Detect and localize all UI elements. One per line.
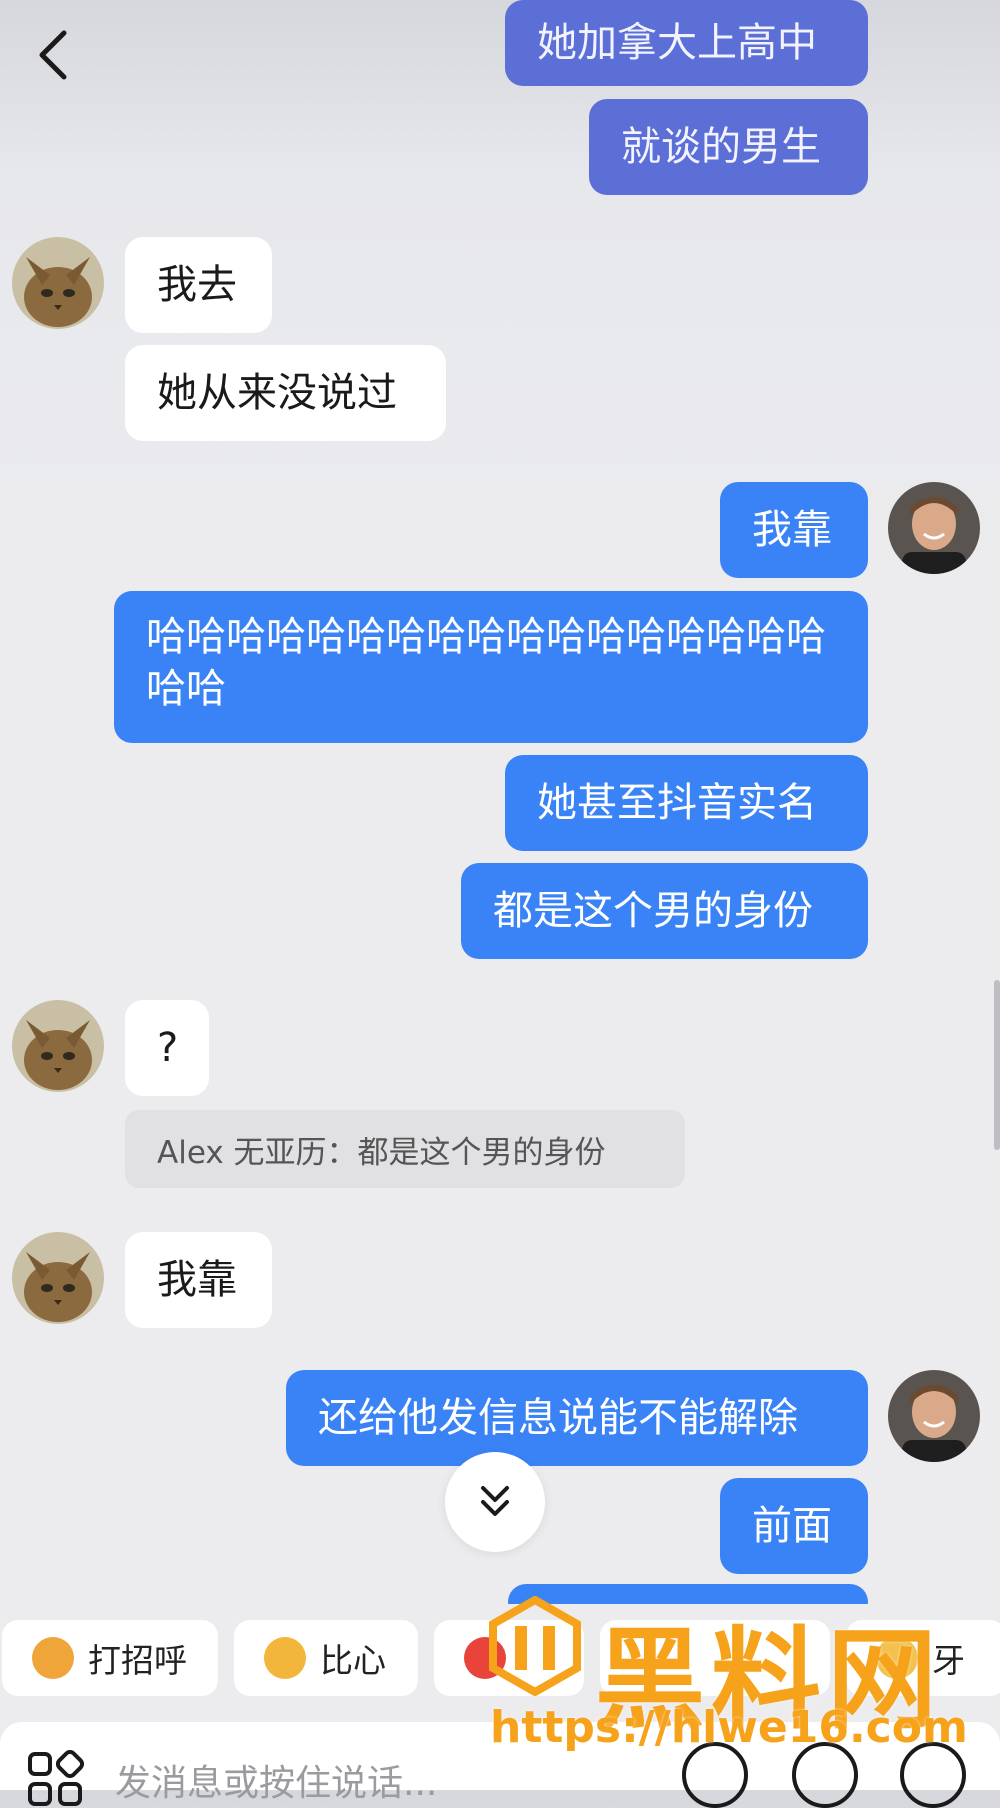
back-button[interactable] bbox=[30, 25, 80, 85]
voice-icon[interactable] bbox=[682, 1742, 748, 1808]
message-input-bar: 发消息或按住说话... bbox=[0, 1722, 1000, 1808]
heart-hands-emoji-icon bbox=[264, 1637, 306, 1679]
message-text: 她加拿大上高中 bbox=[537, 20, 817, 66]
message-text: 她从来没说过 bbox=[157, 370, 397, 416]
my-avatar[interactable] bbox=[888, 1370, 980, 1462]
message-outgoing[interactable]: 就谈的男生 bbox=[589, 99, 868, 195]
quick-reply-heart[interactable]: 比心 bbox=[234, 1620, 418, 1696]
quick-reply-greet[interactable]: 打招呼 bbox=[2, 1620, 218, 1696]
quick-reply-item[interactable] bbox=[600, 1620, 830, 1696]
message-text: 我去 bbox=[157, 262, 237, 308]
quote-text: Alex 无亚历：都是这个男的身份 bbox=[157, 1134, 606, 1171]
quick-reply-item[interactable]: 牙 bbox=[846, 1620, 1000, 1696]
message-incoming[interactable]: 我靠 bbox=[125, 1232, 272, 1328]
message-incoming[interactable]: 她从来没说过 bbox=[125, 345, 446, 441]
quoted-reply[interactable]: Alex 无亚历：都是这个男的身份 bbox=[125, 1110, 685, 1188]
my-avatar[interactable] bbox=[888, 482, 980, 574]
message-text: 前面 bbox=[752, 1503, 832, 1549]
message-outgoing[interactable]: 还给他发信息说能不能解除 bbox=[286, 1370, 868, 1466]
chevron-left-icon bbox=[39, 30, 67, 80]
message-input[interactable]: 发消息或按住说话... bbox=[115, 1754, 437, 1806]
contact-avatar[interactable] bbox=[12, 1000, 104, 1092]
message-incoming[interactable]: ? bbox=[125, 1000, 209, 1096]
contact-avatar[interactable] bbox=[12, 1232, 104, 1324]
message-text: 还给他发信息说能不能解除 bbox=[318, 1395, 798, 1441]
wave-emoji-icon bbox=[32, 1637, 74, 1679]
contact-avatar[interactable] bbox=[12, 237, 104, 329]
message-outgoing[interactable]: 都是这个男的身份 bbox=[461, 863, 868, 959]
message-text: 她甚至抖音实名 bbox=[537, 780, 817, 826]
message-incoming[interactable]: 我去 bbox=[125, 237, 272, 333]
quick-reply-like[interactable] bbox=[434, 1620, 584, 1696]
message-text: 我靠 bbox=[752, 507, 832, 553]
quick-replies: 打招呼 比心 牙 bbox=[0, 1620, 1000, 1702]
emoji-face-icon[interactable] bbox=[792, 1742, 858, 1808]
plus-icon[interactable] bbox=[900, 1742, 966, 1808]
thumbs-up-emoji-icon bbox=[464, 1637, 506, 1679]
message-text: 哈哈哈哈哈哈哈哈哈哈哈哈哈哈哈哈哈哈哈 bbox=[146, 614, 826, 712]
message-outgoing[interactable]: 我靠 bbox=[720, 482, 868, 578]
chip-label: 打招呼 bbox=[88, 1641, 187, 1680]
chip-label: 比心 bbox=[320, 1641, 386, 1680]
message-outgoing[interactable]: 哈哈哈哈哈哈哈哈哈哈哈哈哈哈哈哈哈哈哈 bbox=[114, 591, 868, 743]
message-text: ? bbox=[157, 1025, 179, 1071]
double-chevron-down-icon bbox=[481, 1486, 509, 1516]
chip-label: 牙 bbox=[932, 1641, 965, 1680]
message-outgoing[interactable]: 前面 bbox=[720, 1478, 868, 1574]
message-outgoing-partial bbox=[508, 1584, 868, 1604]
apps-grid-icon[interactable] bbox=[26, 1750, 84, 1808]
message-text: 都是这个男的身份 bbox=[493, 888, 813, 934]
scrollbar[interactable] bbox=[994, 980, 1000, 1150]
message-outgoing[interactable]: 她甚至抖音实名 bbox=[505, 755, 868, 851]
message-text: 我靠 bbox=[157, 1257, 237, 1303]
message-text: 就谈的男生 bbox=[621, 124, 821, 170]
emoji-icon bbox=[876, 1637, 918, 1679]
scroll-to-bottom-button[interactable] bbox=[445, 1452, 545, 1552]
message-outgoing[interactable]: 她加拿大上高中 bbox=[505, 0, 868, 86]
